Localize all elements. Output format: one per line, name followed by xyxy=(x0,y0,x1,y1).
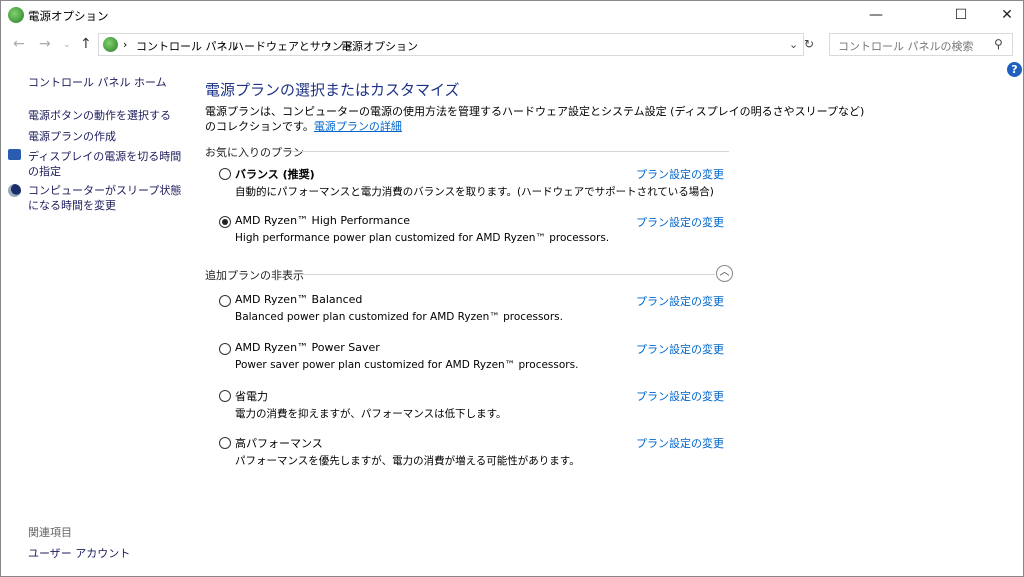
change-plan-settings-link[interactable]: プラン設定の変更 xyxy=(636,214,724,230)
collapse-chevron-up-icon[interactable]: ︿ xyxy=(716,265,733,282)
maximize-button[interactable]: ☐ xyxy=(938,1,984,29)
plan-radio[interactable] xyxy=(219,216,231,228)
window-title: 電源オプション xyxy=(28,9,109,23)
user-accounts-link[interactable]: ユーザー アカウント xyxy=(28,545,130,561)
plan-description: パフォーマンスを優先しますが、電力の消費が増える可能性があります。 xyxy=(235,455,580,467)
search-icon: ⚲ xyxy=(994,37,1003,51)
change-plan-settings-link[interactable]: プラン設定の変更 xyxy=(636,293,724,309)
favorites-heading: お気に入りのプラン xyxy=(205,146,304,159)
help-icon[interactable]: ? xyxy=(1007,62,1022,77)
change-plan-settings-link[interactable]: プラン設定の変更 xyxy=(636,166,724,182)
divider xyxy=(291,151,729,152)
up-icon[interactable]: ↑ xyxy=(80,36,92,52)
plan-description: Power saver power plan customized for AM… xyxy=(235,359,579,371)
plan-description: High performance power plan customized f… xyxy=(235,232,610,244)
plan-radio[interactable] xyxy=(219,390,231,402)
plan-description: Balanced power plan customized for AMD R… xyxy=(235,311,563,323)
description-line2: のコレクションです。 xyxy=(205,120,314,133)
display-clock-icon xyxy=(8,149,21,160)
plan-name[interactable]: 省電力 xyxy=(235,388,268,404)
plan-description: 自動的にパフォーマンスと電力消費のバランスを取ります。(ハードウェアでサポートさ… xyxy=(235,186,714,198)
change-plan-settings-link[interactable]: プラン設定の変更 xyxy=(636,388,724,404)
sidebar-sleep-link[interactable]: コンピューターがスリープ状態になる時間を変更 xyxy=(28,183,183,213)
breadcrumb-power-options[interactable]: 電源オプション xyxy=(341,38,418,54)
minimize-button[interactable]: — xyxy=(853,1,899,29)
refresh-icon[interactable]: ↻ xyxy=(804,37,814,51)
plan-radio[interactable] xyxy=(219,168,231,180)
back-icon[interactable]: ← xyxy=(13,36,25,52)
power-plan-details-link[interactable]: 電源プランの詳細 xyxy=(314,120,402,133)
power-options-icon xyxy=(103,37,118,52)
change-plan-settings-link[interactable]: プラン設定の変更 xyxy=(636,435,724,451)
sidebar-create-plan-link[interactable]: 電源プランの作成 xyxy=(28,128,116,144)
hide-additional-heading: 追加プランの非表示 xyxy=(205,269,304,282)
plan-radio[interactable] xyxy=(219,437,231,449)
plan-name[interactable]: AMD Ryzen™ Balanced xyxy=(235,293,362,306)
plan-radio[interactable] xyxy=(219,343,231,355)
title-bar: 電源オプション — ☐ ✕ xyxy=(1,1,1023,29)
forward-icon[interactable]: → xyxy=(39,36,51,52)
power-options-icon xyxy=(8,7,24,23)
plan-radio[interactable] xyxy=(219,295,231,307)
address-bar[interactable]: › コントロール パネル › ハードウェアとサウンド › 電源オプション ⌄ xyxy=(98,33,804,56)
plan-description: 電力の消費を抑えますが、パフォーマンスは低下します。 xyxy=(235,408,507,420)
sleep-moon-icon xyxy=(8,184,21,197)
plan-name[interactable]: バランス (推奨) xyxy=(235,166,315,182)
divider xyxy=(299,274,715,275)
sidebar-power-button-link[interactable]: 電源ボタンの動作を選択する xyxy=(28,107,171,123)
page-title: 電源プランの選択またはカスタマイズ xyxy=(205,81,460,99)
recent-dropdown-icon[interactable]: ⌄ xyxy=(63,40,71,50)
plan-name[interactable]: AMD Ryzen™ Power Saver xyxy=(235,341,380,354)
search-input[interactable]: コントロール パネルの検索 xyxy=(829,33,1013,56)
chevron-down-icon[interactable]: ⌄ xyxy=(789,38,798,51)
change-plan-settings-link[interactable]: プラン設定の変更 xyxy=(636,341,724,357)
sidebar-display-off-link[interactable]: ディスプレイの電源を切る時間の指定 xyxy=(28,149,183,179)
related-heading: 関連項目 xyxy=(28,526,72,539)
plan-name[interactable]: AMD Ryzen™ High Performance xyxy=(235,214,410,227)
close-button[interactable]: ✕ xyxy=(984,1,1024,29)
plan-name[interactable]: 高パフォーマンス xyxy=(235,435,323,451)
breadcrumb-hardware-sound[interactable]: ハードウェアとサウンド xyxy=(233,38,354,54)
sidebar-home-link[interactable]: コントロール パネル ホーム xyxy=(28,74,167,90)
description-line1: 電源プランは、コンピューターの電源の使用方法を管理するハードウェア設定とシステム… xyxy=(205,105,865,118)
